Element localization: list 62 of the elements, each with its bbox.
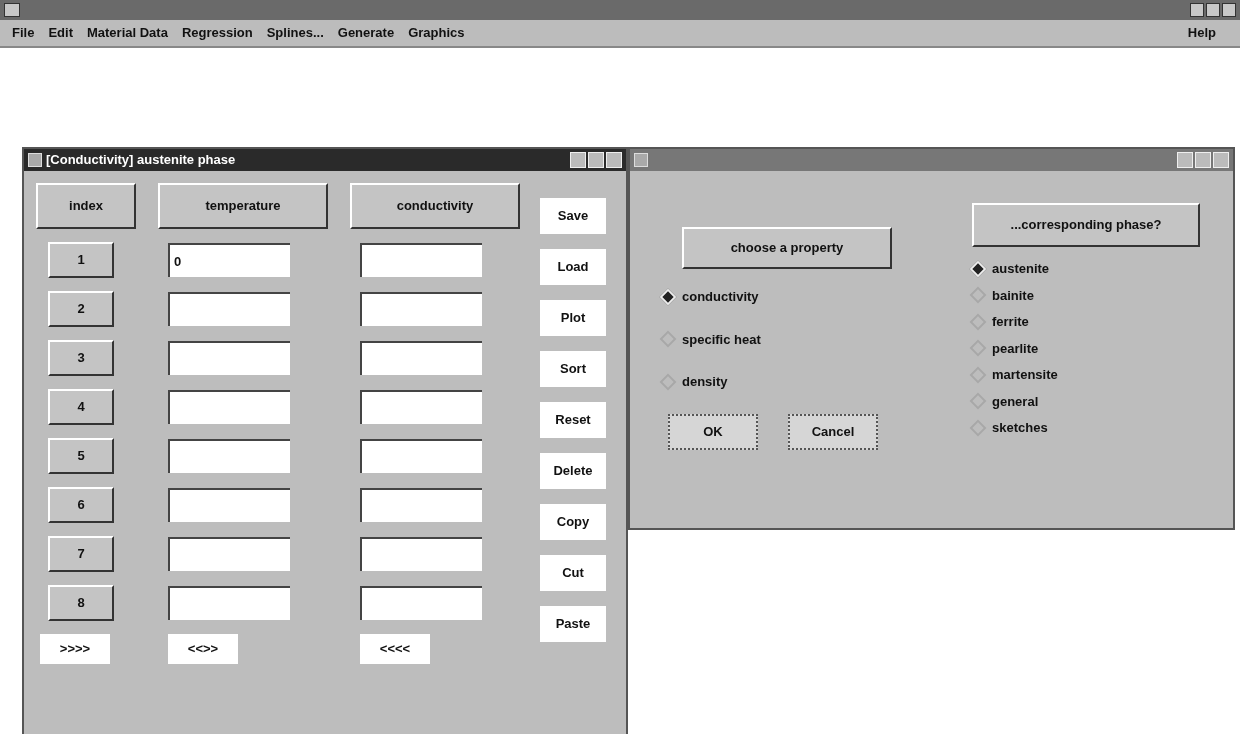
menu-item[interactable]: Splines... <box>266 23 324 43</box>
action-button[interactable]: Paste <box>540 606 606 642</box>
radio-label: conductivity <box>682 288 759 306</box>
radio-label: density <box>682 373 728 391</box>
help-menu[interactable]: Help <box>1187 23 1216 43</box>
conductivity-field[interactable] <box>360 488 482 522</box>
conductivity-field[interactable] <box>360 292 482 326</box>
action-button[interactable]: Save <box>540 198 606 234</box>
column-header-button[interactable]: conductivity <box>350 183 520 229</box>
action-button[interactable]: Delete <box>540 453 606 489</box>
conductivity-field[interactable] <box>360 243 482 277</box>
radio-label: general <box>992 392 1039 411</box>
action-button[interactable]: Cut <box>540 555 606 591</box>
column-header-button[interactable]: temperature <box>158 183 328 229</box>
action-button[interactable]: Copy <box>540 504 606 540</box>
temperature-field[interactable] <box>168 488 290 522</box>
row-index-button[interactable]: 1 <box>48 242 114 278</box>
temperature-field[interactable] <box>168 586 290 620</box>
radio-label: specific heat <box>682 330 761 349</box>
radio-label: austenite <box>992 260 1050 278</box>
temperature-field[interactable] <box>168 439 290 473</box>
window-title: [Conductivity] austenite phase <box>46 151 236 170</box>
row-index-button[interactable]: 3 <box>48 340 114 376</box>
row-index-button[interactable]: 8 <box>48 585 114 621</box>
conductivity-field[interactable] <box>360 439 482 473</box>
conductivity-field[interactable] <box>360 586 482 620</box>
action-button[interactable]: Reset <box>540 402 606 438</box>
temperature-field[interactable] <box>168 341 290 375</box>
temperature-field[interactable]: 0 <box>168 243 290 277</box>
conductivity-field[interactable] <box>360 537 482 571</box>
radio-label: martensite <box>992 366 1058 384</box>
menu-item[interactable]: Regression <box>181 23 253 43</box>
radio-label: bainite <box>992 286 1034 305</box>
row-index-button[interactable]: 5 <box>48 438 114 474</box>
dialog-button[interactable]: Cancel <box>788 413 878 450</box>
action-button[interactable]: Sort <box>540 351 606 387</box>
column-header-button[interactable]: index <box>36 183 136 229</box>
temperature-field[interactable] <box>168 537 290 571</box>
menu-item[interactable]: Generate <box>337 23 395 43</box>
scroll-rows-button[interactable]: <<<< <box>360 634 430 664</box>
phase-header-button[interactable]: ...corresponding phase? <box>972 203 1200 247</box>
temperature-field[interactable] <box>168 292 290 326</box>
radio-label: pearlite <box>992 339 1039 358</box>
menu-item[interactable]: File <box>12 23 35 43</box>
row-index-button[interactable]: 4 <box>48 389 114 425</box>
radio-label: ferrite <box>992 313 1029 331</box>
scroll-rows-button[interactable]: <<>> <box>168 634 238 664</box>
radio-label: sketches <box>992 419 1048 437</box>
action-button[interactable]: Plot <box>540 300 606 336</box>
action-button[interactable]: Load <box>540 249 606 285</box>
property-header-button[interactable]: choose a property <box>682 227 892 269</box>
menu-item[interactable]: Material Data <box>86 23 168 43</box>
row-index-button[interactable]: 7 <box>48 536 114 572</box>
row-index-button[interactable]: 2 <box>48 291 114 327</box>
conductivity-field[interactable] <box>360 341 482 375</box>
row-index-button[interactable]: 6 <box>48 487 114 523</box>
dialog-button[interactable]: OK <box>668 413 758 450</box>
scroll-rows-button[interactable]: >>>> <box>40 634 110 664</box>
menu-item[interactable]: Graphics <box>408 23 465 43</box>
temperature-field[interactable] <box>168 390 290 424</box>
menu-item[interactable]: Edit <box>48 23 73 43</box>
conductivity-field[interactable] <box>360 390 482 424</box>
